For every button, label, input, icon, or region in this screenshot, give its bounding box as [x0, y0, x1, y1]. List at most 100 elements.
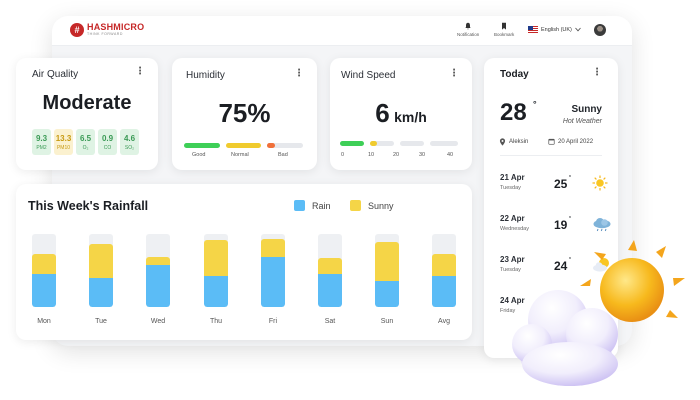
today-date: 20 April 2022 [548, 138, 593, 145]
sunny-bar-segment [318, 258, 342, 275]
rainfall-bar-mon [32, 234, 56, 307]
logo-name: HASHMICRO [87, 22, 145, 33]
weekly-rainfall-card: This Week's Rainfall Rain Sunny Mon Tue We… [16, 184, 472, 340]
metric-value: 4.6 [123, 133, 136, 143]
forecast-date: 24 Apr [500, 296, 525, 305]
uk-flag-icon [528, 26, 538, 33]
metric-unit: CO [103, 144, 112, 151]
more-options-icon[interactable]: ⋮ [592, 68, 602, 78]
wind-speed-value: 6 [375, 98, 390, 128]
bell-icon [465, 22, 471, 30]
rainfall-day-label: Avg [438, 318, 450, 325]
legend-rain-label: Rain [312, 201, 331, 211]
sun-icon [592, 175, 608, 196]
today-temperature: 28 [500, 99, 527, 126]
forecast-weekday: Tuesday [500, 185, 521, 191]
rain-bar-segment [432, 275, 456, 307]
more-options-icon[interactable]: ⋮ [135, 67, 145, 77]
air-quality-metric: 4.6 SO₂ [120, 129, 139, 155]
metric-unit: SO₂ [124, 144, 135, 151]
sunny-bar-segment [204, 239, 228, 277]
forecast-weekday: Tuesday [500, 267, 521, 273]
sunny-bar-segment [375, 242, 399, 282]
wind-speed-card: Wind Speed ⋮ 6 km/h 0 10 20 30 40 [330, 58, 472, 170]
rainfall-day-label: Fri [268, 318, 278, 325]
metric-value: 9.3 [35, 133, 48, 143]
bookmark-label: Bookmark [494, 32, 515, 37]
notification-label: Notification [457, 32, 480, 37]
metric-unit: PM10 [56, 144, 71, 151]
air-quality-metric: 9.3 PM2 [32, 129, 51, 155]
today-location: Aleksin [499, 138, 528, 146]
wind-low-segment [340, 141, 364, 146]
rain-bar-segment [204, 276, 228, 307]
more-options-icon[interactable]: ⋮ [294, 69, 304, 79]
rainfall-day-label: Mon [37, 318, 51, 325]
sunny-bar-segment [146, 257, 170, 265]
humidity-normal-label: Normal [231, 152, 249, 158]
metric-unit: PM2 [36, 144, 47, 151]
rainfall-day-label: Tue [95, 318, 107, 325]
hashmicro-logo[interactable]: # HASHMICRO THINK FORWARD [70, 23, 144, 37]
rain-cloud-icon [592, 216, 612, 237]
forecast-weekday: Wednesday [500, 226, 529, 232]
notification-button[interactable]: Notification [457, 22, 479, 37]
sunny-bar-segment [432, 253, 456, 276]
more-options-icon[interactable]: ⋮ [449, 69, 459, 79]
rainfall-day-label: Sat [324, 318, 336, 325]
forecast-temperature: 19 [554, 218, 568, 232]
avatar[interactable] [594, 24, 606, 36]
wind-speed-readout: 6 km/h [330, 98, 472, 129]
forecast-degree-sign: ° [569, 216, 571, 222]
wind-tick-10: 10 [368, 152, 375, 158]
today-condition: Sunny [571, 104, 602, 115]
rain-bar-segment [261, 257, 285, 307]
rainfall-bar-thu [204, 234, 228, 307]
calendar-icon [548, 138, 555, 145]
rainfall-bar-tue [89, 234, 113, 307]
legend-rain-swatch [294, 200, 305, 211]
wind-speed-title: Wind Speed [341, 70, 396, 81]
humidity-card: Humidity ⋮ 75% Good Normal Bad [172, 58, 317, 170]
wind-track-3 [400, 141, 424, 146]
rainfall-title: This Week's Rainfall [28, 199, 149, 213]
language-selector[interactable]: English (UK) [528, 26, 581, 33]
today-forecast-card: Today ⋮ 28 ° Sunny Hot Weather Aleksin 2… [484, 58, 618, 358]
humidity-value: 75% [218, 98, 271, 128]
logo-mark: # [70, 23, 84, 37]
today-location-label: Aleksin [509, 139, 529, 145]
sunny-bar-segment [261, 239, 285, 258]
forecast-weekday: Friday [500, 308, 516, 314]
legend-sunny-label: Sunny [368, 201, 394, 211]
forecast-temperature: 25 [554, 177, 568, 191]
wind-tick-20: 20 [393, 152, 400, 158]
rain-bar-segment [318, 274, 342, 307]
rainfall-bar-fri [261, 234, 285, 307]
rain-bar-segment [375, 281, 399, 307]
rainfall-bar-sat [318, 234, 342, 307]
humidity-good-segment [184, 143, 220, 148]
wind-mid-segment [370, 141, 377, 146]
metric-unit: O₂ [82, 144, 89, 151]
wind-tick-40: 40 [447, 152, 454, 158]
rain-bar-segment [32, 274, 56, 307]
forecast-degree-sign: ° [569, 257, 571, 263]
humidity-title: Humidity [186, 70, 225, 81]
air-quality-metric: 13.3 PM10 [54, 129, 73, 155]
rainfall-bar-sun [375, 234, 399, 307]
rainfall-day-label: Wed [150, 318, 166, 325]
humidity-good-label: Good [192, 152, 206, 158]
humidity-normal-segment [226, 143, 261, 148]
logo-tagline: THINK FORWARD [87, 32, 123, 37]
bookmark-icon [502, 22, 507, 30]
forecast-date: 21 Apr [500, 173, 525, 182]
sunny-bar-segment [89, 244, 113, 278]
bookmark-button[interactable]: Bookmark [494, 22, 514, 37]
rain-bar-segment [146, 264, 170, 307]
metric-value: 13.3 [55, 133, 72, 143]
today-degree-sign: ° [533, 99, 537, 109]
air-quality-status: Moderate [42, 92, 132, 114]
today-condition-sub: Hot Weather [562, 118, 602, 125]
forecast-date: 23 Apr [500, 255, 525, 264]
rainfall-bar-avg [432, 234, 456, 307]
